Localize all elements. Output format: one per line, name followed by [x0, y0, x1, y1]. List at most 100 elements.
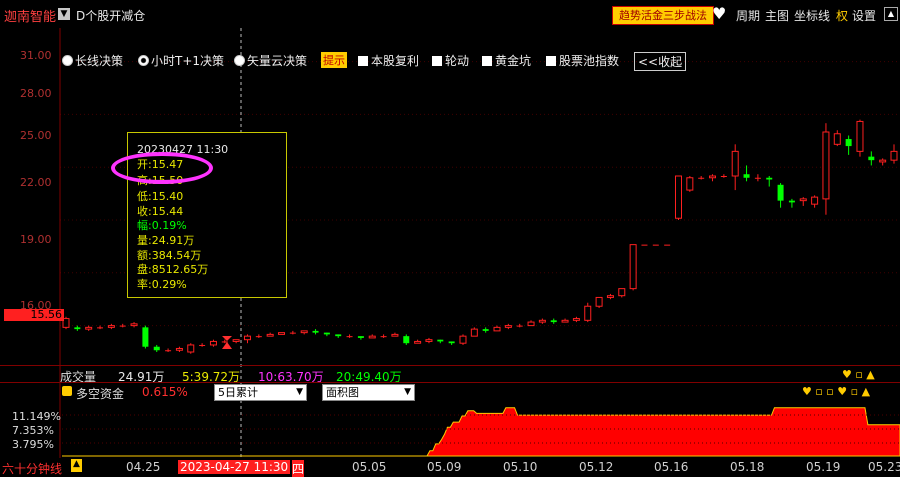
date-label: 05.12: [579, 460, 614, 474]
select-value: 面积图: [326, 386, 359, 399]
candle-body: [142, 327, 149, 347]
candle-body: [380, 336, 387, 338]
radio-label: 小时T+1决策: [151, 54, 225, 68]
date-label: 05.09: [427, 460, 462, 474]
capital-row: 多空资金 0.615% 5日累计 ▼ 面积图 ▼ ♥ ▫ ▫ ♥ ▫ ▲: [0, 383, 900, 401]
candle-body: [811, 196, 819, 205]
radio-vector-cloud[interactable]: 矢量云决策: [234, 52, 307, 69]
capital-panel-icons[interactable]: ♥ ▫ ▫ ♥ ▫ ▲: [802, 385, 870, 398]
capital-title: 多空资金: [76, 387, 125, 401]
date-label: 05.16: [654, 460, 689, 474]
capital-level: 7.353%: [12, 424, 54, 437]
radio-icon: [62, 55, 73, 66]
highlight-circle: [111, 152, 213, 184]
tooltip-amount: 额:384.54万: [137, 249, 202, 262]
candle-body: [538, 319, 546, 323]
candle-body: [561, 319, 569, 323]
candle-body: [845, 139, 852, 147]
candle-body: [153, 346, 160, 351]
capital-value: 0.615%: [142, 385, 188, 399]
chart-type-select[interactable]: 面积图 ▼: [322, 384, 415, 401]
date-label: 05.19: [806, 460, 841, 474]
tooltip-volume: 量:24.91万: [137, 234, 195, 247]
date-label: 04.25: [126, 460, 161, 474]
candle-body: [788, 200, 795, 203]
weekday: 四: [292, 460, 305, 477]
candle-body: [833, 133, 841, 145]
candle-body: [527, 321, 535, 327]
radio-hourly[interactable]: 小时T+1决策: [138, 52, 224, 69]
candle-body: [266, 333, 274, 337]
candle-body: [312, 330, 319, 333]
buy-signal-icon: [222, 342, 232, 349]
candle-body: [335, 334, 342, 337]
radio-label: 矢量云决策: [247, 54, 308, 68]
candle-body: [584, 305, 592, 321]
candle-body: [119, 325, 126, 327]
candle-body: [323, 332, 330, 335]
radio-label: 长线决策: [75, 54, 124, 68]
candle-body: [799, 198, 807, 202]
candle-body: [482, 329, 489, 331]
checkbox-label: 黄金坑: [495, 54, 532, 68]
radio-selected-icon: [138, 55, 149, 66]
tip-badge[interactable]: 提示: [321, 52, 347, 68]
candle-body: [629, 244, 637, 290]
candle-body: [97, 327, 104, 329]
candle-body: [777, 184, 784, 201]
decision-options: 长线决策 小时T+1决策 矢量云决策 提示 本股复利 轮动 黄金坑 股票池指数 …: [62, 52, 687, 71]
capital-level: 3.795%: [12, 438, 54, 451]
tooltip-amplitude: 幅:0.19%: [137, 219, 187, 232]
checkbox-compound[interactable]: 本股复利: [358, 52, 419, 69]
checkbox-rotation[interactable]: 轮动: [432, 52, 469, 69]
volume-row: 成交量 24.91万 5:39.72万 10:63.70万 20:49.40万 …: [0, 366, 900, 384]
candle-body: [731, 150, 739, 177]
candle-body: [550, 320, 557, 323]
checkbox-icon: [482, 56, 492, 66]
checkbox-golden-pit[interactable]: 黄金坑: [482, 52, 531, 69]
collapse-button[interactable]: <<收起: [634, 52, 687, 71]
candle-body: [165, 350, 172, 352]
select-value: 5日累计: [218, 386, 258, 399]
candle-body: [448, 341, 455, 344]
candle-body: [425, 339, 433, 342]
candle-body: [391, 333, 399, 337]
tooltip-turnover: 率:0.29%: [137, 278, 187, 291]
chevron-down-icon: ▼: [404, 387, 411, 397]
date-label: 05.05: [352, 460, 387, 474]
date-label: 05.23: [868, 460, 900, 474]
checkbox-icon: [358, 56, 368, 66]
tooltip-close: 收:15.44: [137, 205, 184, 218]
checkbox-pool-index[interactable]: 股票池指数: [546, 52, 619, 69]
candle-body: [652, 244, 659, 246]
candle-body: [437, 339, 444, 342]
warning-icon: ▲: [71, 459, 82, 472]
candle-body: [368, 335, 376, 339]
candle-body: [720, 176, 727, 177]
accumulate-select[interactable]: 5日累计 ▼: [214, 384, 307, 401]
candle-body: [470, 328, 478, 337]
candle-body: [822, 131, 830, 200]
candle-body: [868, 156, 875, 161]
candle-body: [278, 332, 286, 335]
tooltip-float: 盘:8512.65万: [137, 263, 209, 276]
candle-body: [199, 344, 206, 346]
candle-body: [493, 326, 501, 332]
candle-body: [504, 325, 512, 328]
chevron-down-icon: ▼: [296, 387, 303, 397]
candle-body: [403, 336, 410, 344]
candle-body: [618, 288, 626, 297]
radio-long-term[interactable]: 长线决策: [62, 52, 123, 69]
candle-body: [890, 150, 898, 161]
volume-panel-icons[interactable]: ♥ ▫ ▲: [842, 368, 875, 381]
candle-body: [414, 340, 422, 344]
candle-body: [289, 332, 296, 334]
candle-body: [516, 325, 523, 327]
candle-body: [606, 295, 614, 298]
period-label[interactable]: 六十分钟线: [2, 460, 62, 477]
candle-body: [879, 159, 887, 163]
candle-body: [664, 244, 671, 246]
candle-body: [175, 347, 183, 351]
candle-body: [255, 336, 262, 338]
candle-body: [85, 326, 93, 330]
